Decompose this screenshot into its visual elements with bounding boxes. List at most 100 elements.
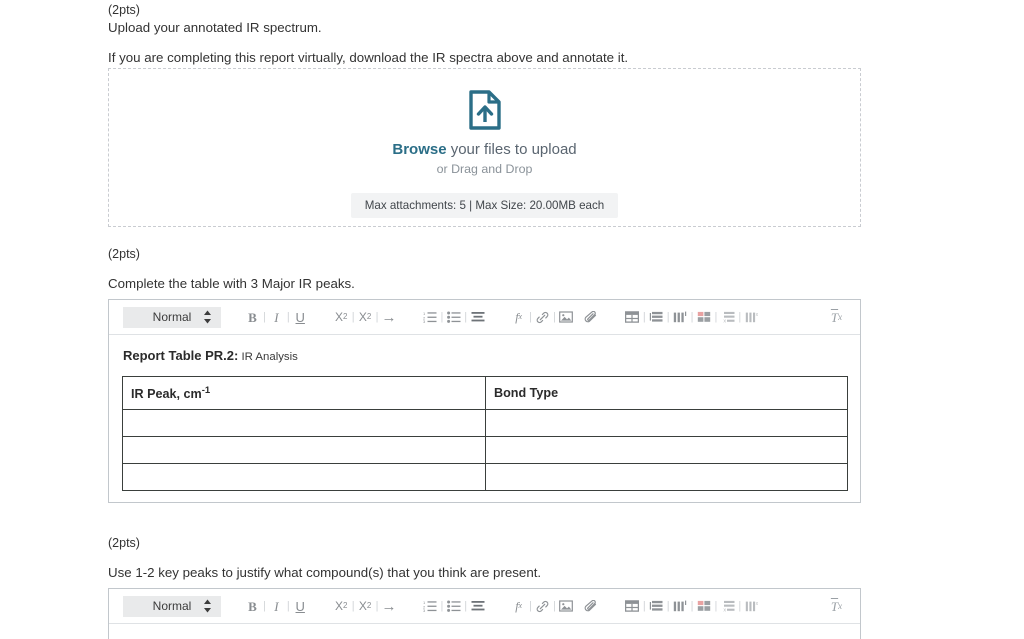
formula-icon[interactable]: fx bbox=[509, 596, 528, 616]
align-icon[interactable] bbox=[468, 307, 487, 327]
paragraph-style-select[interactable]: Normal bbox=[123, 595, 221, 617]
table-cell-ir-peak[interactable] bbox=[122, 409, 486, 437]
dropzone-drag-hint: or Drag and Drop bbox=[436, 162, 533, 176]
delete-column-icon[interactable]: x bbox=[742, 596, 761, 616]
attachment-icon[interactable] bbox=[582, 596, 601, 616]
numbered-list-icon[interactable]: 123 bbox=[420, 596, 439, 616]
paragraph-style-value: Normal bbox=[152, 599, 192, 613]
formula-icon[interactable]: fx bbox=[509, 307, 528, 327]
subscript-icon[interactable]: X2 bbox=[332, 596, 351, 616]
paragraph-style-select[interactable]: Normal bbox=[123, 306, 221, 328]
table-cell-ir-peak[interactable] bbox=[122, 463, 486, 491]
paragraph-style-value: Normal bbox=[152, 310, 192, 324]
report-table[interactable]: IR Peak, cm-1 Bond Type bbox=[122, 376, 848, 491]
link-icon[interactable] bbox=[533, 596, 552, 616]
table-row-properties-icon[interactable] bbox=[647, 596, 666, 616]
list-group: 123 | | bbox=[420, 307, 487, 327]
chevron-updown-icon bbox=[203, 310, 212, 324]
image-icon[interactable] bbox=[557, 596, 576, 616]
table-cell-bond-type[interactable] bbox=[485, 409, 848, 437]
table-row-properties-icon[interactable] bbox=[647, 307, 666, 327]
dropzone-limits-badge: Max attachments: 5 | Max Size: 20.00MB e… bbox=[350, 193, 619, 218]
table-header-ir-peak: IR Peak, cm-1 bbox=[122, 376, 486, 410]
insert-group: fx | | bbox=[509, 596, 601, 616]
superscript-icon[interactable]: X2 bbox=[356, 307, 375, 327]
svg-text:3: 3 bbox=[423, 608, 426, 612]
table-cell-bond-type[interactable] bbox=[485, 436, 848, 464]
question-points: (2pts) bbox=[108, 536, 140, 550]
text-format-group: B | I | U bbox=[243, 307, 310, 327]
clear-formatting-icon[interactable]: Tx bbox=[827, 596, 846, 616]
bold-icon[interactable]: B bbox=[243, 307, 262, 327]
table-header-bond-type: Bond Type bbox=[485, 376, 848, 410]
italic-icon[interactable]: I bbox=[267, 307, 286, 327]
svg-text:3: 3 bbox=[423, 319, 426, 323]
delete-column-icon[interactable]: x bbox=[742, 307, 761, 327]
clear-formatting-icon[interactable]: Tx bbox=[827, 307, 846, 327]
image-icon[interactable] bbox=[557, 307, 576, 327]
delete-row-icon[interactable]: x bbox=[718, 307, 737, 327]
table-cell-ir-peak[interactable] bbox=[122, 436, 486, 464]
attachment-icon[interactable] bbox=[582, 307, 601, 327]
bulleted-list-icon[interactable] bbox=[444, 596, 463, 616]
insert-table-icon[interactable] bbox=[623, 596, 642, 616]
rich-text-editor-table[interactable]: Normal B | I | U X2 | X2 | → 1 2 3 | | f… bbox=[108, 299, 861, 503]
delete-row-icon[interactable]: x bbox=[718, 596, 737, 616]
editor-toolbar[interactable]: Normal B | I | U X2 | X2 | → 1 2 3 | | f… bbox=[109, 589, 860, 624]
bulleted-list-icon[interactable] bbox=[444, 307, 463, 327]
superscript-icon[interactable]: X2 bbox=[356, 596, 375, 616]
question-note: If you are completing this report virtua… bbox=[108, 50, 629, 65]
table-cell-properties-icon[interactable] bbox=[694, 596, 713, 616]
indent-arrow-icon[interactable]: → bbox=[379, 307, 398, 327]
question-prompt: Upload your annotated IR spectrum. bbox=[108, 20, 322, 35]
script-group: X2 | X2 | → bbox=[332, 307, 399, 327]
insert-table-icon[interactable] bbox=[623, 307, 642, 327]
editor-content-area[interactable] bbox=[109, 624, 860, 639]
question-prompt: Complete the table with 3 Major IR peaks… bbox=[108, 276, 355, 291]
subscript-icon[interactable]: X2 bbox=[332, 307, 351, 327]
table-cell-properties-icon[interactable] bbox=[694, 307, 713, 327]
report-table-caption: Report Table PR.2: IR Analysis bbox=[122, 348, 847, 363]
question-prompt: Use 1-2 key peaks to justify what compou… bbox=[108, 565, 542, 580]
table-row[interactable] bbox=[122, 463, 848, 491]
question-complete-table: (2pts) Complete the table with 3 Major I… bbox=[0, 246, 1024, 293]
question-justify-peaks: (2pts) Use 1-2 key peaks to justify what… bbox=[0, 535, 1024, 582]
svg-text:x: x bbox=[755, 601, 758, 607]
question-points: (2pts) bbox=[108, 247, 140, 261]
table-column-properties-icon[interactable] bbox=[671, 596, 690, 616]
underline-icon[interactable]: U bbox=[291, 307, 310, 327]
browse-link[interactable]: Browse bbox=[392, 141, 446, 158]
link-icon[interactable] bbox=[533, 307, 552, 327]
table-row[interactable] bbox=[122, 409, 848, 437]
table-cell-bond-type[interactable] bbox=[485, 463, 848, 491]
dropzone-browse-line: Browse your files to upload bbox=[392, 141, 576, 158]
table-column-properties-icon[interactable] bbox=[671, 307, 690, 327]
rich-text-editor-justification[interactable]: Normal B | I | U X2 | X2 | → 1 2 3 | | f… bbox=[108, 588, 861, 639]
file-dropzone[interactable]: Browse your files to upload or Drag and … bbox=[108, 68, 861, 227]
report-page: (2pts) Upload your annotated IR spectrum… bbox=[0, 0, 1024, 639]
numbered-list-icon[interactable]: 123 bbox=[420, 307, 439, 327]
list-group: 123 | | bbox=[420, 596, 487, 616]
underline-icon[interactable]: U bbox=[291, 596, 310, 616]
report-table-caption-rest: IR Analysis bbox=[238, 351, 298, 363]
file-upload-icon bbox=[468, 90, 502, 130]
browse-suffix: your files to upload bbox=[446, 141, 577, 158]
insert-group: fx | | bbox=[509, 307, 601, 327]
table-row[interactable] bbox=[122, 436, 848, 464]
table-header-row: IR Peak, cm-1 Bond Type bbox=[122, 376, 848, 410]
question-points: (2pts) bbox=[108, 3, 140, 17]
table-header-ir-peak-label: IR Peak, cm bbox=[131, 387, 202, 402]
editor-content-area[interactable]: Report Table PR.2: IR Analysis IR Peak, … bbox=[109, 335, 860, 502]
svg-text:x: x bbox=[723, 318, 726, 323]
editor-toolbar[interactable]: Normal B | I | U X2 | X2 | → 1 2 3 | | f… bbox=[109, 300, 860, 335]
italic-icon[interactable]: I bbox=[267, 596, 286, 616]
table-header-superscript: -1 bbox=[201, 384, 211, 396]
table-group: | | | | x | x bbox=[623, 596, 761, 616]
svg-text:x: x bbox=[755, 312, 758, 318]
indent-arrow-icon[interactable]: → bbox=[379, 596, 398, 616]
script-group: X2 | X2 | → bbox=[332, 596, 399, 616]
align-icon[interactable] bbox=[468, 596, 487, 616]
report-table-caption-bold: Report Table PR.2: bbox=[123, 348, 239, 363]
table-group: | | | | x | x bbox=[623, 307, 761, 327]
bold-icon[interactable]: B bbox=[243, 596, 262, 616]
